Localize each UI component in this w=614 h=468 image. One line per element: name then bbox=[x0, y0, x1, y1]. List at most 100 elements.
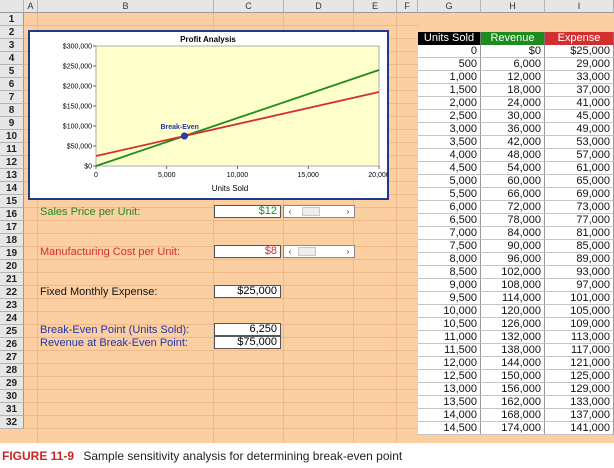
table-cell[interactable]: 174,000 bbox=[481, 422, 545, 435]
table-cell[interactable]: 150,000 bbox=[481, 370, 545, 383]
table-cell[interactable]: 5,000 bbox=[418, 175, 481, 188]
fixed-expense-value[interactable]: $25,000 bbox=[214, 285, 281, 298]
table-cell[interactable]: 11,000 bbox=[418, 331, 481, 344]
row-header-4[interactable]: 4 bbox=[0, 52, 24, 65]
row-header-17[interactable]: 17 bbox=[0, 221, 24, 234]
table-cell[interactable]: 65,000 bbox=[545, 175, 614, 188]
table-cell[interactable]: 78,000 bbox=[481, 214, 545, 227]
table-cell[interactable]: 12,000 bbox=[418, 357, 481, 370]
table-cell[interactable]: 37,000 bbox=[545, 84, 614, 97]
table-cell[interactable]: 61,000 bbox=[545, 162, 614, 175]
table-cell[interactable]: 12,000 bbox=[481, 71, 545, 84]
table-cell[interactable]: 90,000 bbox=[481, 240, 545, 253]
row-header-21[interactable]: 21 bbox=[0, 273, 24, 286]
row-header-32[interactable]: 32 bbox=[0, 416, 24, 429]
table-cell[interactable]: 4,500 bbox=[418, 162, 481, 175]
row-header-15[interactable]: 15 bbox=[0, 195, 24, 208]
table-cell[interactable]: $25,000 bbox=[545, 45, 614, 58]
scroll-left-icon[interactable]: ‹ bbox=[284, 246, 296, 257]
row-header-1[interactable]: 1 bbox=[0, 13, 24, 26]
row-header-31[interactable]: 31 bbox=[0, 403, 24, 416]
select-all-corner[interactable] bbox=[0, 0, 24, 13]
table-cell[interactable]: 36,000 bbox=[481, 123, 545, 136]
sales-price-scrollbar[interactable]: ‹ › bbox=[283, 205, 355, 218]
table-cell[interactable]: 24,000 bbox=[481, 97, 545, 110]
table-cell[interactable]: 137,000 bbox=[545, 409, 614, 422]
row-header-28[interactable]: 28 bbox=[0, 364, 24, 377]
table-cell[interactable]: 138,000 bbox=[481, 344, 545, 357]
row-header-25[interactable]: 25 bbox=[0, 325, 24, 338]
table-cell[interactable]: 102,000 bbox=[481, 266, 545, 279]
mfg-cost-scrollbar[interactable]: ‹ › bbox=[283, 245, 355, 258]
table-cell[interactable]: 42,000 bbox=[481, 136, 545, 149]
column-header-h[interactable]: H bbox=[481, 0, 545, 13]
table-cell[interactable]: 133,000 bbox=[545, 396, 614, 409]
table-cell[interactable]: 126,000 bbox=[481, 318, 545, 331]
table-cell[interactable]: 120,000 bbox=[481, 305, 545, 318]
table-cell[interactable]: 81,000 bbox=[545, 227, 614, 240]
row-header-19[interactable]: 19 bbox=[0, 247, 24, 260]
row-header-14[interactable]: 14 bbox=[0, 182, 24, 195]
row-header-18[interactable]: 18 bbox=[0, 234, 24, 247]
row-header-10[interactable]: 10 bbox=[0, 130, 24, 143]
table-cell[interactable]: 144,000 bbox=[481, 357, 545, 370]
table-cell[interactable]: 8,000 bbox=[418, 253, 481, 266]
table-cell[interactable]: 9,000 bbox=[418, 279, 481, 292]
table-cell[interactable]: 114,000 bbox=[481, 292, 545, 305]
table-cell[interactable]: 89,000 bbox=[545, 253, 614, 266]
table-cell[interactable]: 0 bbox=[418, 45, 481, 58]
table-cell[interactable]: 13,500 bbox=[418, 396, 481, 409]
table-cell[interactable]: 53,000 bbox=[545, 136, 614, 149]
row-header-11[interactable]: 11 bbox=[0, 143, 24, 156]
table-cell[interactable]: 156,000 bbox=[481, 383, 545, 396]
table-cell[interactable]: 10,500 bbox=[418, 318, 481, 331]
table-cell[interactable]: 6,000 bbox=[481, 58, 545, 71]
row-header-29[interactable]: 29 bbox=[0, 377, 24, 390]
table-cell[interactable]: 29,000 bbox=[545, 58, 614, 71]
sales-price-value[interactable]: $12 bbox=[214, 205, 281, 218]
table-cell[interactable]: 66,000 bbox=[481, 188, 545, 201]
table-cell[interactable]: 14,000 bbox=[418, 409, 481, 422]
row-header-26[interactable]: 26 bbox=[0, 338, 24, 351]
row-header-9[interactable]: 9 bbox=[0, 117, 24, 130]
table-cell[interactable]: 69,000 bbox=[545, 188, 614, 201]
row-header-24[interactable]: 24 bbox=[0, 312, 24, 325]
table-cell[interactable]: 121,000 bbox=[545, 357, 614, 370]
profit-analysis-chart[interactable]: Profit Analysis Units Sold $0 $50,000 $100… bbox=[28, 30, 390, 200]
row-header-12[interactable]: 12 bbox=[0, 156, 24, 169]
table-cell[interactable]: 93,000 bbox=[545, 266, 614, 279]
table-cell[interactable]: 1,000 bbox=[418, 71, 481, 84]
row-header-6[interactable]: 6 bbox=[0, 78, 24, 91]
row-header-2[interactable]: 2 bbox=[0, 26, 24, 39]
table-cell[interactable]: 54,000 bbox=[481, 162, 545, 175]
column-header-a[interactable]: A bbox=[24, 0, 38, 13]
row-header-27[interactable]: 27 bbox=[0, 351, 24, 364]
table-cell[interactable]: 12,500 bbox=[418, 370, 481, 383]
table-cell[interactable]: 132,000 bbox=[481, 331, 545, 344]
table-cell[interactable]: 72,000 bbox=[481, 201, 545, 214]
table-cell[interactable]: 11,500 bbox=[418, 344, 481, 357]
table-cell[interactable]: 3,000 bbox=[418, 123, 481, 136]
table-cell[interactable]: 6,500 bbox=[418, 214, 481, 227]
column-header-i[interactable]: I bbox=[545, 0, 614, 13]
table-cell[interactable]: 125,000 bbox=[545, 370, 614, 383]
mfg-cost-value[interactable]: $8 bbox=[214, 245, 281, 258]
row-header-20[interactable]: 20 bbox=[0, 260, 24, 273]
scroll-thumb[interactable] bbox=[298, 247, 316, 256]
column-header-e[interactable]: E bbox=[354, 0, 397, 13]
table-cell[interactable]: 48,000 bbox=[481, 149, 545, 162]
column-header-c[interactable]: C bbox=[214, 0, 284, 13]
table-cell[interactable]: 7,000 bbox=[418, 227, 481, 240]
table-cell[interactable]: 113,000 bbox=[545, 331, 614, 344]
table-cell[interactable]: 4,000 bbox=[418, 149, 481, 162]
column-header-b[interactable]: B bbox=[38, 0, 214, 13]
row-header-3[interactable]: 3 bbox=[0, 39, 24, 52]
table-cell[interactable]: 77,000 bbox=[545, 214, 614, 227]
table-cell[interactable]: 2,500 bbox=[418, 110, 481, 123]
table-cell[interactable]: 10,000 bbox=[418, 305, 481, 318]
table-cell[interactable]: 30,000 bbox=[481, 110, 545, 123]
table-cell[interactable]: 8,500 bbox=[418, 266, 481, 279]
table-cell[interactable]: 5,500 bbox=[418, 188, 481, 201]
table-cell[interactable]: 97,000 bbox=[545, 279, 614, 292]
table-cell[interactable]: 73,000 bbox=[545, 201, 614, 214]
